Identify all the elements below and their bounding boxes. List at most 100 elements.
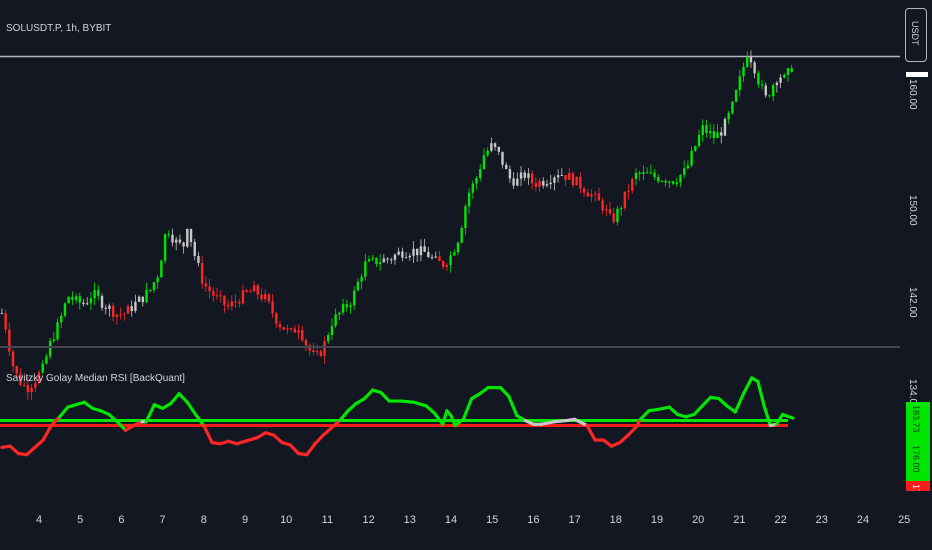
candle-body (645, 172, 649, 174)
candle-body (245, 290, 248, 292)
time-tick-label: 25 (898, 514, 911, 526)
candle[interactable] (731, 100, 734, 115)
candle-body (423, 246, 426, 252)
candle-body (371, 257, 374, 260)
candle-body (390, 259, 393, 261)
candle-body (412, 248, 415, 256)
candle-body (464, 206, 467, 229)
candle-body (486, 150, 489, 156)
candle[interactable] (63, 302, 67, 318)
candle-body (356, 281, 360, 291)
candle-body (178, 239, 182, 243)
currency-button[interactable]: USDT (905, 8, 927, 62)
candle-body (167, 234, 170, 236)
candle-body (323, 341, 326, 357)
candle-body (404, 257, 408, 259)
candle-body (757, 73, 760, 85)
candle[interactable] (734, 88, 738, 103)
trading-chart[interactable] (0, 0, 932, 550)
candle-body (278, 324, 282, 328)
time-tick-label: 11 (321, 514, 334, 526)
indicator-value-badge: 176.00 (906, 442, 930, 481)
candle-body (634, 172, 638, 179)
candle[interactable] (623, 191, 627, 211)
candle-body (471, 183, 475, 193)
candle-body (427, 251, 430, 258)
symbol-info[interactable]: SOLUSDT.P, 1h, BYBIT (6, 23, 111, 34)
candle[interactable] (48, 338, 52, 360)
candle-body (727, 113, 730, 120)
candle-body (130, 306, 133, 312)
candle[interactable] (160, 259, 163, 278)
candle-body (638, 172, 641, 175)
candle-body (545, 184, 549, 186)
candle-body (215, 295, 219, 297)
candle-body (549, 182, 552, 185)
candle-body (223, 295, 226, 305)
candle-body (364, 261, 367, 277)
candle-body (115, 314, 119, 317)
candle[interactable] (186, 228, 189, 249)
chart-background (0, 0, 932, 550)
candle-body (445, 265, 449, 268)
price-tick-label: 150.00 (907, 194, 918, 226)
candle-body (456, 242, 460, 253)
rsi-segment (552, 418, 568, 424)
candle-body (193, 241, 196, 257)
candle[interactable] (67, 296, 70, 304)
candle-body (746, 57, 749, 67)
candle-body (319, 351, 323, 357)
candle-body (553, 177, 556, 183)
indicator-title[interactable]: Savitzky Golay Median RSI [BackQuant] (6, 373, 185, 384)
candle[interactable] (460, 225, 463, 244)
candle-body (174, 239, 178, 243)
candle-body (360, 276, 363, 282)
candle-body (149, 289, 152, 291)
candle-body (226, 304, 230, 307)
candle[interactable] (575, 176, 578, 186)
candle-body (675, 182, 678, 184)
candle-body (467, 192, 471, 207)
candle-body (386, 258, 389, 260)
indicator-value-badge: 176.00 (906, 481, 930, 491)
candle-body (619, 208, 623, 210)
candle-body (534, 183, 538, 187)
candle-body (453, 252, 456, 256)
candle-body (608, 209, 612, 214)
candle-body (304, 340, 308, 346)
time-tick-label: 5 (77, 514, 84, 526)
candle[interactable] (723, 117, 727, 137)
candle-body (601, 200, 604, 211)
candle-body (738, 76, 742, 91)
candle-body (367, 259, 371, 262)
candle-body (119, 314, 122, 316)
candle-body (156, 277, 159, 283)
candle[interactable] (571, 171, 575, 188)
candle-body (708, 131, 712, 133)
time-tick-label: 7 (159, 514, 166, 526)
candle-body (519, 172, 523, 179)
candle-body (653, 172, 656, 178)
candle-body (104, 307, 107, 309)
candle-body (45, 356, 48, 364)
candle-body (749, 57, 753, 63)
candle-body (501, 151, 504, 165)
candle-body (605, 209, 608, 211)
candle-body (694, 146, 697, 151)
candle-body (771, 85, 775, 97)
candle-body (56, 322, 59, 340)
candle-body (252, 285, 256, 292)
candle-body (416, 248, 419, 256)
candle-body (679, 174, 682, 183)
candle-body (204, 283, 208, 287)
time-tick-label: 9 (241, 514, 249, 526)
candle-body (152, 282, 156, 291)
candle[interactable] (163, 233, 167, 264)
candle-body (664, 181, 667, 183)
candle-body (378, 262, 382, 265)
candle-body (8, 329, 11, 352)
candle-body (78, 296, 81, 303)
candle-body (512, 178, 515, 186)
candle-body (212, 291, 215, 296)
indicator-value-badge: 183.73 (906, 402, 930, 442)
